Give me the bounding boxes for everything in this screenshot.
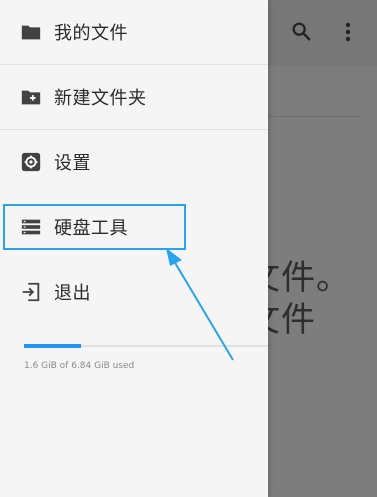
storage-progress-bar xyxy=(24,344,268,348)
search-icon[interactable] xyxy=(290,20,312,42)
drawer-item-label: 我的文件 xyxy=(54,23,128,44)
drawer-item-label: 退出 xyxy=(54,283,91,304)
folder-add-icon xyxy=(21,90,41,105)
storage-progress-fill xyxy=(24,344,82,348)
drawer-item-label: 设置 xyxy=(54,153,91,174)
background-text-line2: 文件 xyxy=(246,300,316,340)
gear-icon xyxy=(21,152,41,172)
drawer-item-exit[interactable]: 退出 xyxy=(0,260,268,324)
exit-icon xyxy=(22,282,40,302)
background-divider xyxy=(268,116,360,117)
more-vert-icon[interactable] xyxy=(342,20,354,44)
drawer-item-label: 新建文件夹 xyxy=(54,88,147,109)
drawer-item-settings[interactable]: 设置 xyxy=(0,130,268,194)
storage-usage-text: 1.6 GiB of 6.84 GiB used xyxy=(24,361,135,371)
drawer-item-new-folder[interactable]: 新建文件夹 xyxy=(0,65,268,129)
folder-icon xyxy=(21,25,41,40)
highlight-box xyxy=(3,204,186,250)
drawer-item-my-files[interactable]: 我的文件 xyxy=(0,0,268,64)
